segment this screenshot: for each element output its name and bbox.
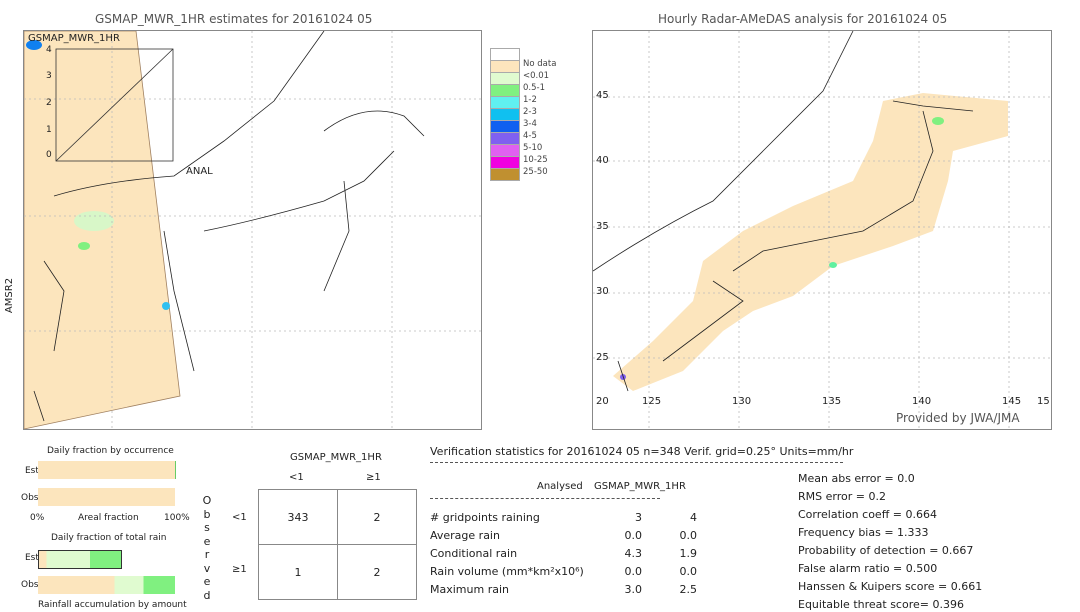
obs-label: Obs xyxy=(21,493,39,503)
rain-cell xyxy=(74,211,114,231)
legend-labels: No data <0.01 0.5-1 1-2 2-3 3-4 4-5 5-10 10-25 25… xyxy=(523,59,557,177)
stat-est: 4 xyxy=(690,511,697,524)
observed-label: Observed xyxy=(202,494,212,602)
lat-label: 35 xyxy=(596,221,609,232)
cell: 1 xyxy=(258,544,338,600)
cell: 343 xyxy=(258,489,338,545)
divider xyxy=(430,462,843,463)
est-occurrence-bar xyxy=(38,461,176,479)
occurrence-title: Daily fraction by occurrence xyxy=(47,446,174,456)
axis-label: Areal fraction xyxy=(78,513,139,523)
lon-label: 125 xyxy=(642,396,662,407)
contingency-table: 343 2 12 xyxy=(258,489,417,600)
divider xyxy=(430,498,660,499)
total-rain-title: Daily fraction of total rain xyxy=(51,533,167,543)
score: Correlation coeff = 0.664 xyxy=(798,508,937,521)
score: Equitable threat score= 0.396 xyxy=(798,598,964,611)
col-est: GSMAP_MWR_1HR xyxy=(594,481,686,492)
lon-label: 135 xyxy=(822,396,842,407)
obs-label: Obs xyxy=(21,580,39,590)
amsr2-label: AMSR2 xyxy=(4,277,16,314)
analysis-region xyxy=(613,93,1008,391)
lat-label: 20 xyxy=(596,396,609,407)
est-label: Est xyxy=(25,553,39,563)
rain-cell xyxy=(829,262,837,268)
inset-tick: 2 xyxy=(46,98,52,108)
lat-label: 40 xyxy=(596,155,609,166)
stat-est: 0.0 xyxy=(679,565,698,578)
score: Frequency bias = 1.333 xyxy=(798,526,929,539)
stats-header: Verification statistics for 20161024 05 … xyxy=(430,445,854,458)
score: Hanssen & Kuipers score = 0.661 xyxy=(798,580,983,593)
stat-label: Average rain xyxy=(430,529,500,542)
row-header: ≥1 xyxy=(232,564,247,575)
col-analysed: Analysed xyxy=(537,481,583,492)
inset-tick: 3 xyxy=(46,71,52,81)
stat-label: Conditional rain xyxy=(430,547,518,560)
left-map[interactable] xyxy=(23,30,482,430)
inset-label: GSMAP_MWR_1HR xyxy=(28,33,120,44)
rain-cell xyxy=(162,302,170,310)
stat-est: 2.5 xyxy=(679,583,698,596)
stat-est: 0.0 xyxy=(679,529,698,542)
right-map[interactable] xyxy=(592,30,1052,430)
rain-cell xyxy=(932,117,944,125)
stat-analysed: 3 xyxy=(635,511,642,524)
cell: 2 xyxy=(337,544,417,600)
stat-label: # gridpoints raining xyxy=(430,511,540,524)
stat-analysed: 0.0 xyxy=(624,565,643,578)
stat-est: 1.9 xyxy=(679,547,698,560)
inset-tick: 4 xyxy=(46,45,52,55)
lon-label: 145 xyxy=(1002,396,1022,407)
right-map-canvas xyxy=(592,30,1051,429)
lon-label: 130 xyxy=(732,396,752,407)
cell: 2 xyxy=(337,489,417,545)
lat-label: 45 xyxy=(596,90,609,101)
inset-tick: 0 xyxy=(46,150,52,160)
total-rain-footer: Rainfall accumulation by amount xyxy=(38,600,187,610)
col-header: <1 xyxy=(289,472,304,483)
lon-label: 15 xyxy=(1037,396,1050,407)
anal-label: ANAL xyxy=(186,166,213,177)
axis-min: 0% xyxy=(30,513,45,523)
inset-tick: 1 xyxy=(46,125,52,135)
credit: Provided by JWA/JMA xyxy=(896,411,1020,425)
rain-cell xyxy=(78,242,90,250)
contingency-title: GSMAP_MWR_1HR xyxy=(290,452,382,463)
score: False alarm ratio = 0.500 xyxy=(798,562,938,575)
score: Probability of detection = 0.667 xyxy=(798,544,974,557)
col-header: ≥1 xyxy=(366,472,381,483)
stat-analysed: 0.0 xyxy=(624,529,643,542)
score: RMS error = 0.2 xyxy=(798,490,886,503)
obs-total-rain-bar xyxy=(38,576,175,594)
lat-label: 25 xyxy=(596,352,609,363)
left-map-canvas xyxy=(23,30,481,430)
stat-analysed: 3.0 xyxy=(624,583,643,596)
axis-max: 100% xyxy=(164,513,190,523)
est-label: Est xyxy=(25,466,39,476)
stat-analysed: 4.3 xyxy=(624,547,643,560)
left-map-title: GSMAP_MWR_1HR estimates for 20161024 05 xyxy=(95,12,373,26)
est-total-rain-bar xyxy=(38,550,122,569)
lat-label: 30 xyxy=(596,286,609,297)
right-map-title: Hourly Radar-AMeDAS analysis for 2016102… xyxy=(658,12,948,26)
stat-label: Rain volume (mm*km²x10⁶) xyxy=(430,565,584,578)
score: Mean abs error = 0.0 xyxy=(798,472,915,485)
obs-occurrence-bar xyxy=(38,488,175,506)
lon-label: 140 xyxy=(912,396,932,407)
color-legend xyxy=(490,48,520,181)
row-header: <1 xyxy=(232,512,247,523)
stat-label: Maximum rain xyxy=(430,583,509,596)
